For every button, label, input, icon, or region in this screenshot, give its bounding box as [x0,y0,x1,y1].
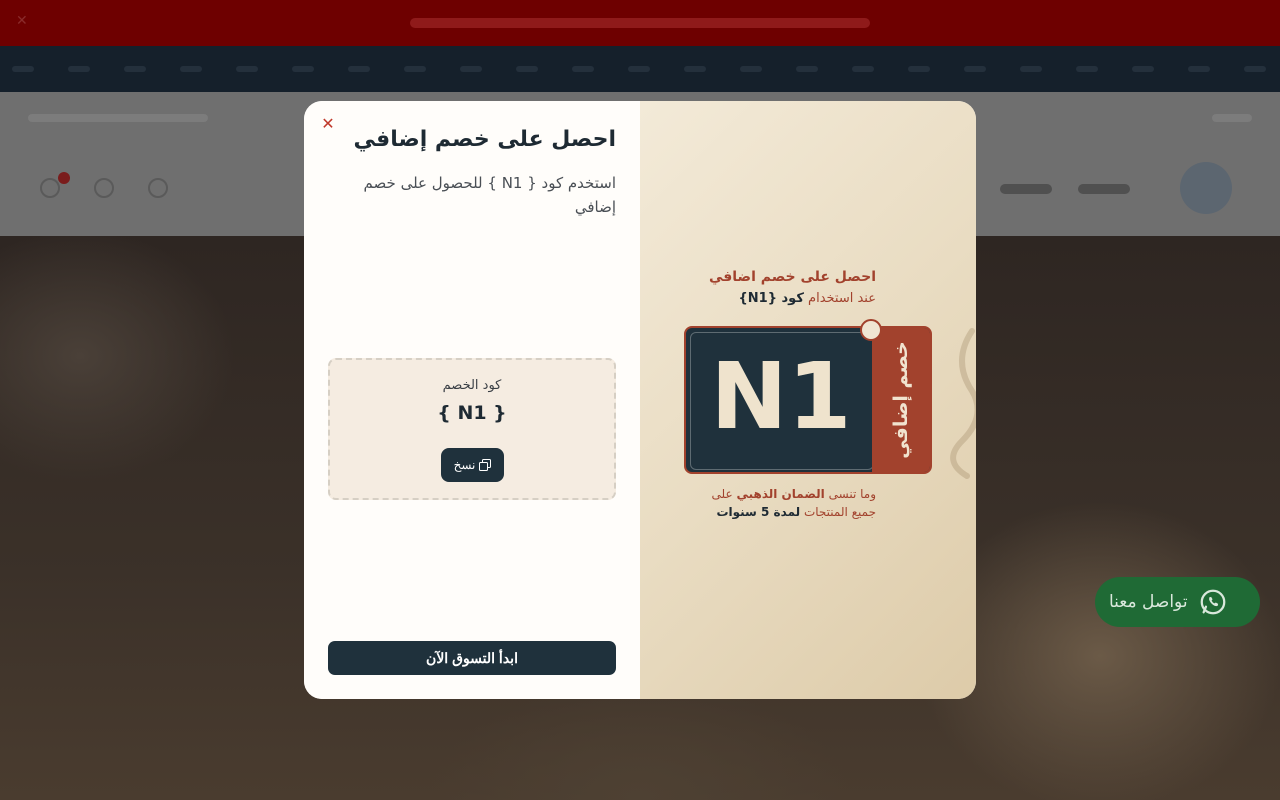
discount-code-value: { N1 } [437,402,507,424]
copy-icon [479,459,492,471]
calligraphy-decoration [950,328,976,479]
whatsapp-contact-button[interactable]: تواصل معنا [1095,577,1260,627]
coupon-side-text: خصم إضافي [890,341,912,459]
promo-footer-l1-prefix: وما تنسى [828,487,876,501]
announcement-close-icon[interactable]: ✕ [16,14,30,28]
announcement-text-blurred [410,18,870,28]
whatsapp-icon [1200,589,1225,615]
copy-button-label: نسخ [453,458,476,472]
close-icon[interactable]: ✕ [321,116,335,132]
modal-content-panel: ✕ احصل على خصم إضافي استخدم كود { N1 } ل… [304,101,640,699]
promo-footer-l1-suffix: على [711,487,733,501]
coupon-graphic: N1 خصم إضافي [684,326,932,474]
whatsapp-label: تواصل معنا [1109,592,1188,612]
promo-footer-l1-highlight: الضمان الذهبي [736,487,825,501]
promo-footer: وما تنسى الضمان الذهبي على جميع المنتجات… [676,485,877,521]
discount-code-box: كود الخصم { N1 } نسخ [328,358,616,500]
coupon-code-text: N1 [710,343,852,450]
promo-footer-l2-prefix: جميع المنتجات [803,505,876,519]
promo-subline-code: كود {N1} [738,291,804,306]
modal-description: استخدم كود { N1 } للحصول على خصم إضافي [363,174,616,216]
start-shopping-button[interactable]: ابدأ التسوق الآن [328,641,616,675]
ticker-bar [0,46,1280,92]
promo-subline-prefix: عند استخدام [808,291,876,306]
promo-artwork-panel: احصل على خصم اضافي عند استخدام كود {N1} … [640,101,976,699]
announcement-bar: ✕ [0,0,1280,46]
coupon-notch [860,319,882,341]
promo-heading: احصل على خصم اضافي عند استخدام كود {N1} [676,267,876,309]
promo-subline: عند استخدام كود {N1} [676,288,876,309]
search-icon[interactable] [148,178,168,198]
promo-headline: احصل على خصم اضافي [708,269,876,285]
cart-count-badge [58,172,70,184]
cart-icon[interactable] [40,178,60,198]
discount-code-label: كود الخصم [442,378,502,393]
user-icon[interactable] [94,178,114,198]
modal-title: احصل على خصم إضافي [353,127,616,152]
coupon-side-strip: خصم إضافي [872,328,930,472]
promo-footer-l2-highlight: لمدة 5 سنوات [716,505,801,519]
discount-modal: ✕ احصل على خصم إضافي استخدم كود { N1 } ل… [304,101,976,699]
site-logo[interactable] [1180,162,1232,214]
copy-code-button[interactable]: نسخ [441,448,504,482]
